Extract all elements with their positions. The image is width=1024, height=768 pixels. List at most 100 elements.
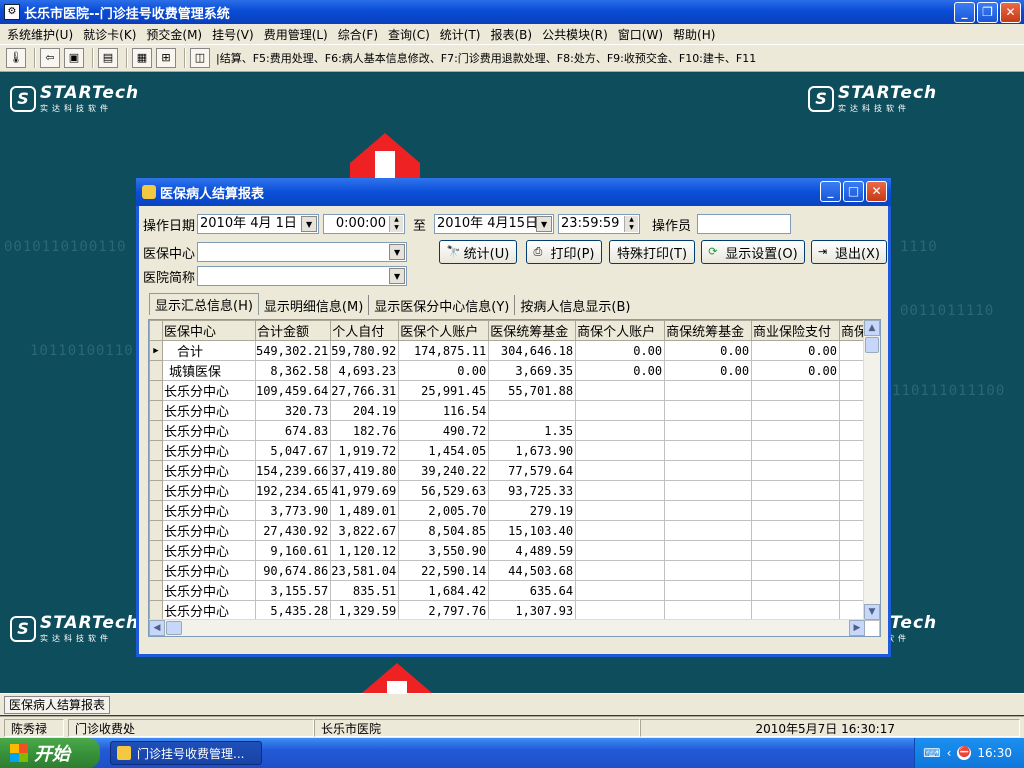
cell-amount[interactable] xyxy=(575,580,666,601)
cell-amount[interactable] xyxy=(751,600,840,621)
cell-amount[interactable] xyxy=(575,420,666,441)
cell-amount[interactable]: 4,489.59 xyxy=(488,540,577,561)
time-spinner-icon[interactable]: ▲ ▼ xyxy=(389,216,404,232)
column-header[interactable]: 合计金额 xyxy=(254,320,332,341)
print-button[interactable]: ⎙ 打印(P) xyxy=(526,240,602,264)
row-selector[interactable] xyxy=(149,420,163,441)
table-row[interactable]: 长乐分中心 192,234.65 41,979.69 56,529.63 93,725.… xyxy=(149,480,880,501)
image-icon[interactable]: ◫ xyxy=(190,48,210,68)
column-header[interactable]: 医保中心 xyxy=(161,320,256,341)
menu-reports[interactable]: 报表(B) xyxy=(485,26,537,43)
tray-expand-icon[interactable]: ‹ xyxy=(947,746,952,760)
cell-amount[interactable] xyxy=(664,440,753,461)
book-icon[interactable]: ▤ xyxy=(98,48,118,68)
cell-amount[interactable]: 204.19 xyxy=(330,400,400,421)
table-row[interactable]: 长乐分中心 320.73 204.19 116.54 xyxy=(149,400,880,421)
menu-common[interactable]: 公共模块(R) xyxy=(537,26,613,43)
cell-amount[interactable] xyxy=(575,440,666,461)
column-header[interactable]: 个人自付 xyxy=(330,320,400,341)
thermometer-icon[interactable]: 🌡 xyxy=(6,48,26,68)
cell-center-name[interactable]: 合计 xyxy=(161,340,256,361)
cell-amount[interactable]: 5,435.28 xyxy=(254,600,332,621)
cell-amount[interactable] xyxy=(751,380,840,401)
scroll-up-icon[interactable]: ▲ xyxy=(864,320,880,336)
dialog-title-bar[interactable]: 医保病人结算报表 _ □ ✕ xyxy=(136,178,891,206)
cell-amount[interactable]: 2,005.70 xyxy=(398,500,490,521)
menu-deposit[interactable]: 预交金(M) xyxy=(141,26,207,43)
cell-amount[interactable] xyxy=(664,520,753,541)
column-header[interactable]: 商业保险支付 xyxy=(751,320,840,341)
column-header[interactable]: 商保统筹基金 xyxy=(664,320,753,341)
center-select[interactable]: ▼ xyxy=(197,242,408,262)
cell-amount[interactable] xyxy=(664,480,753,501)
cell-amount[interactable] xyxy=(575,600,666,621)
cell-amount[interactable]: 304,646.18 xyxy=(488,340,577,361)
dialog-maximize-button[interactable]: □ xyxy=(843,181,864,202)
current-row-indicator-icon[interactable]: ▶ xyxy=(149,340,163,361)
menu-general[interactable]: 综合(F) xyxy=(333,26,383,43)
cell-amount[interactable]: 1,307.93 xyxy=(488,600,577,621)
vertical-scroll-thumb[interactable] xyxy=(865,337,879,353)
grid-icon[interactable]: ⊞ xyxy=(156,48,176,68)
cell-center-name[interactable]: 城镇医保 xyxy=(161,360,256,381)
cell-amount[interactable] xyxy=(751,500,840,521)
special-print-button[interactable]: 特殊打印(T) xyxy=(609,240,695,264)
cell-amount[interactable] xyxy=(751,400,840,421)
minimize-button[interactable]: _ xyxy=(954,2,975,23)
stop-sign-icon[interactable]: ⛔ xyxy=(957,746,972,760)
display-settings-button[interactable]: ⟳ 显示设置(O) xyxy=(701,240,805,264)
table-row[interactable]: 长乐分中心 3,155.57 835.51 1,684.42 635.64 xyxy=(149,580,880,601)
cell-amount[interactable] xyxy=(575,560,666,581)
patient-card-icon[interactable]: ▣ xyxy=(64,48,84,68)
table-row[interactable]: 长乐分中心 27,430.92 3,822.67 8,504.85 15,103.40 xyxy=(149,520,880,541)
chevron-down-icon[interactable]: ▼ xyxy=(389,244,406,260)
cell-amount[interactable]: 0.00 xyxy=(751,340,840,361)
login-icon[interactable]: ⇦ xyxy=(40,48,60,68)
cell-amount[interactable]: 3,773.90 xyxy=(254,500,332,521)
menu-register[interactable]: 挂号(V) xyxy=(207,26,259,43)
row-selector[interactable] xyxy=(149,400,163,421)
table-row[interactable]: 长乐分中心 3,773.90 1,489.01 2,005.70 279.19 xyxy=(149,500,880,521)
cell-amount[interactable]: 0.00 xyxy=(664,360,753,381)
time-spinner-icon[interactable]: ▲ ▼ xyxy=(624,216,639,232)
cell-amount[interactable]: 0.00 xyxy=(575,340,666,361)
row-selector[interactable] xyxy=(149,600,163,621)
chevron-down-icon[interactable]: ▼ xyxy=(536,216,553,232)
cell-amount[interactable]: 116.54 xyxy=(398,400,490,421)
cell-amount[interactable] xyxy=(575,540,666,561)
vertical-scrollbar[interactable]: ▲ ▼ xyxy=(863,320,880,620)
cell-center-name[interactable]: 长乐分中心 xyxy=(161,380,256,401)
cell-amount[interactable] xyxy=(575,380,666,401)
table-row[interactable]: ▶ 合计 549,302.21 59,780.92 174,875.11 304,646.… xyxy=(149,340,880,361)
cell-amount[interactable]: 192,234.65 xyxy=(254,480,332,501)
exit-button[interactable]: ⇥ 退出(X) xyxy=(811,240,887,264)
cell-amount[interactable] xyxy=(664,580,753,601)
summary-grid[interactable]: 医保中心 合计金额 个人自付 医保个人账户 医保统筹基金 商保个人账户 商保统筹基金 商业保险… xyxy=(148,319,881,637)
cell-amount[interactable] xyxy=(664,500,753,521)
app-icon[interactable]: ⚙ xyxy=(4,4,20,20)
scroll-right-icon[interactable]: ▶ xyxy=(849,620,865,636)
cell-amount[interactable] xyxy=(664,420,753,441)
column-header[interactable]: 商保个人账户 xyxy=(575,320,666,341)
cell-amount[interactable]: 23,581.04 xyxy=(330,560,400,581)
cell-amount[interactable]: 0.00 xyxy=(751,360,840,381)
menu-fees[interactable]: 费用管理(L) xyxy=(259,26,333,43)
cell-amount[interactable]: 0.00 xyxy=(575,360,666,381)
cell-amount[interactable]: 3,155.57 xyxy=(254,580,332,601)
cell-amount[interactable] xyxy=(488,400,577,421)
cell-center-name[interactable]: 长乐分中心 xyxy=(161,400,256,421)
cell-amount[interactable]: 835.51 xyxy=(330,580,400,601)
cell-amount[interactable]: 279.19 xyxy=(488,500,577,521)
cell-center-name[interactable]: 长乐分中心 xyxy=(161,480,256,501)
cell-amount[interactable]: 4,693.23 xyxy=(330,360,400,381)
row-selector[interactable] xyxy=(149,540,163,561)
cell-amount[interactable]: 3,550.90 xyxy=(398,540,490,561)
cell-amount[interactable] xyxy=(664,540,753,561)
cell-amount[interactable]: 109,459.64 xyxy=(254,380,332,401)
cell-amount[interactable] xyxy=(575,500,666,521)
cell-amount[interactable]: 15,103.40 xyxy=(488,520,577,541)
hospital-select[interactable]: ▼ xyxy=(197,266,408,286)
table-row[interactable]: 长乐分中心 90,674.86 23,581.04 22,590.14 44,503.6… xyxy=(149,560,880,581)
operator-input[interactable] xyxy=(697,214,792,234)
table-row[interactable]: 长乐分中心 9,160.61 1,120.12 3,550.90 4,489.59 xyxy=(149,540,880,561)
